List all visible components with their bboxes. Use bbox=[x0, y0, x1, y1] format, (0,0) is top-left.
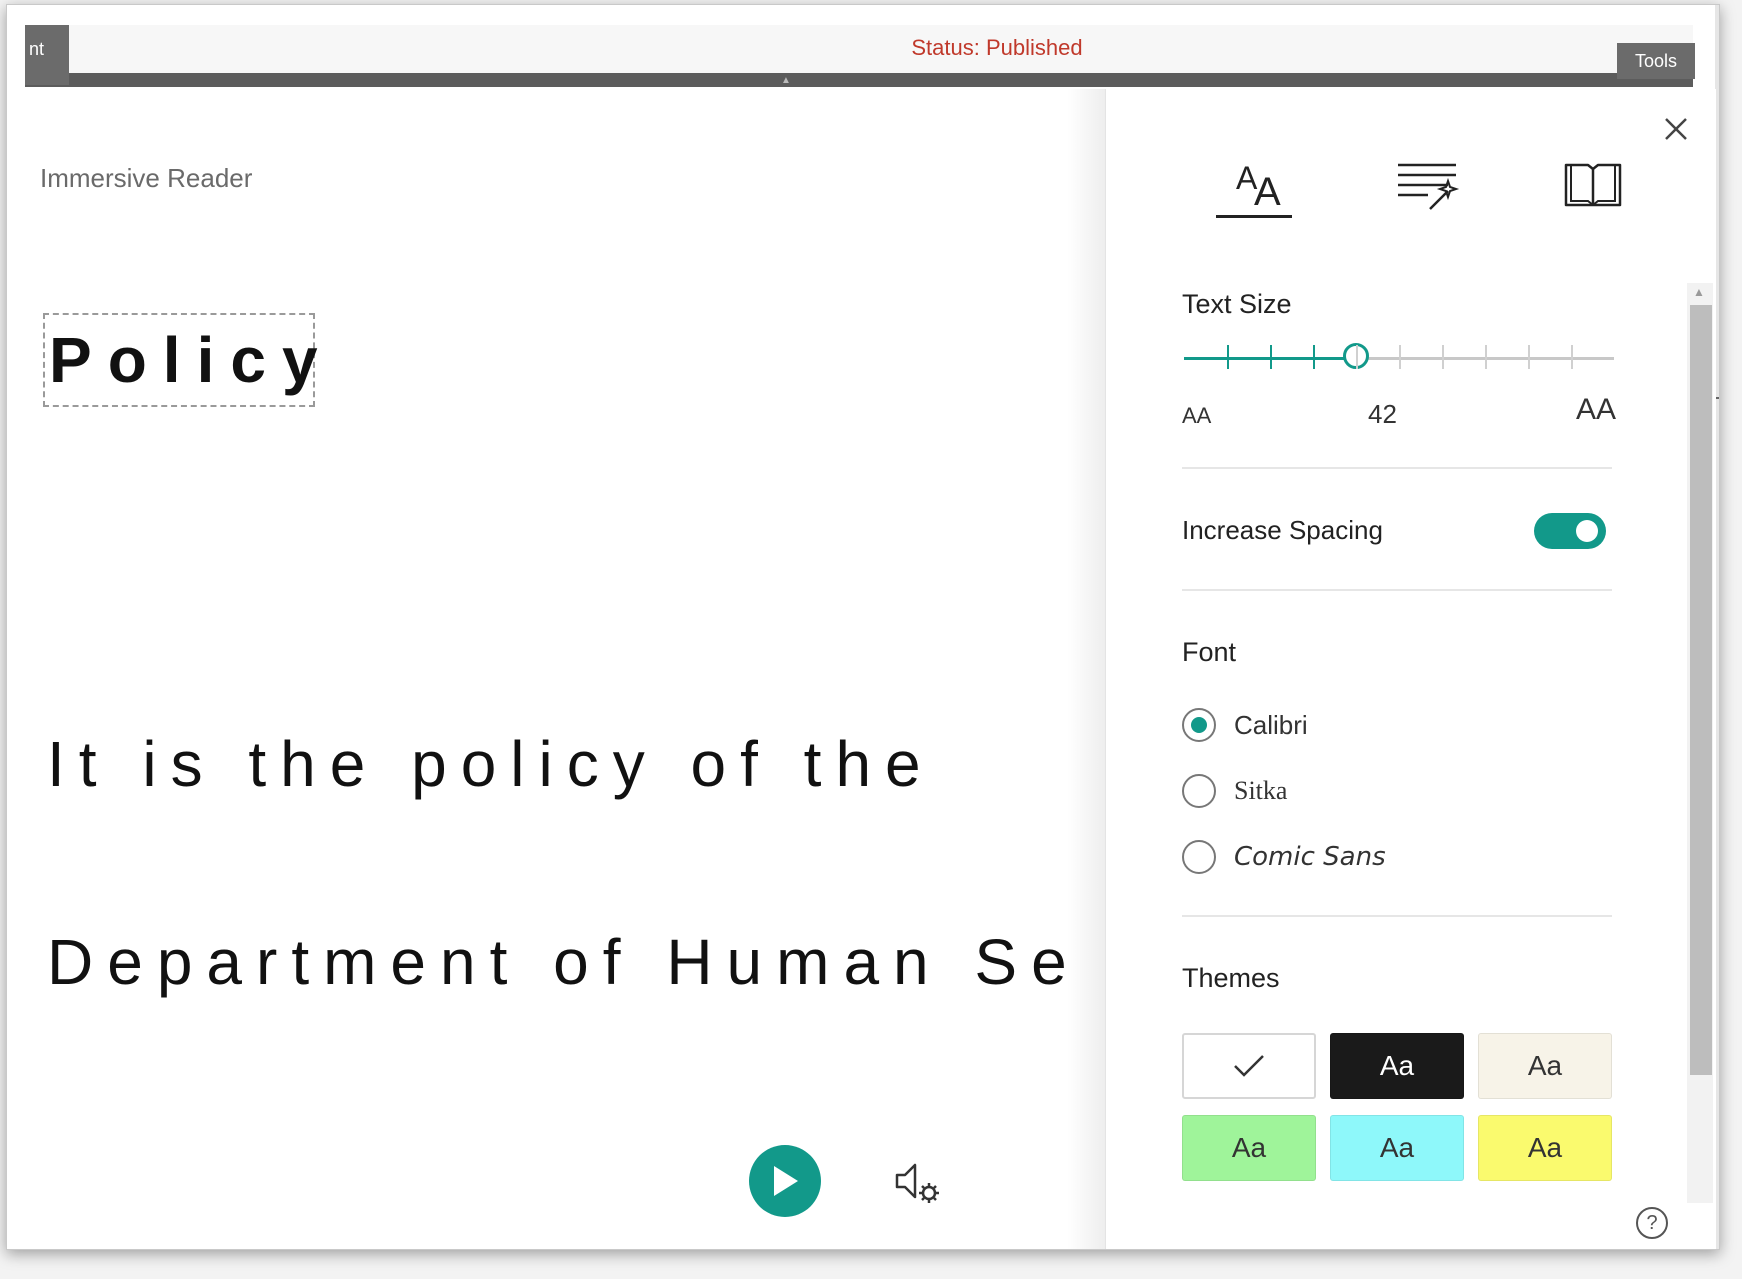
theme-black[interactable]: Aa bbox=[1330, 1033, 1464, 1099]
left-tab[interactable]: nt bbox=[25, 25, 69, 85]
voice-settings-icon bbox=[895, 1163, 939, 1203]
radio-selected-dot bbox=[1191, 717, 1207, 733]
theme-cyan[interactable]: Aa bbox=[1330, 1115, 1464, 1181]
svg-text:A: A bbox=[1254, 170, 1281, 214]
section-divider bbox=[1182, 589, 1612, 591]
scroll-up-arrow-icon[interactable]: ▲ bbox=[1693, 285, 1705, 299]
document-line-2[interactable]: Department of Human Se bbox=[47, 925, 1081, 999]
checkmark-icon bbox=[1234, 1055, 1264, 1077]
text-size-value: 42 bbox=[1368, 399, 1397, 429]
theme-cream[interactable]: Aa bbox=[1478, 1033, 1612, 1099]
font-option-label: Sitka bbox=[1234, 776, 1288, 805]
tab-text-preferences[interactable]: A A bbox=[1218, 145, 1308, 225]
toggle-knob bbox=[1576, 520, 1598, 542]
slider-tick bbox=[1227, 345, 1229, 369]
theme-green[interactable]: Aa bbox=[1182, 1115, 1316, 1181]
font-option-comic-sans[interactable]: Comic Sans bbox=[1182, 837, 1386, 877]
slider-tick bbox=[1270, 345, 1272, 369]
increase-spacing-toggle[interactable] bbox=[1534, 513, 1606, 549]
section-divider bbox=[1182, 467, 1612, 469]
theme-sample: Aa bbox=[1379, 1050, 1415, 1081]
font-title: Font bbox=[1182, 637, 1237, 667]
radio-calibri[interactable] bbox=[1182, 708, 1216, 742]
top-bar-divider bbox=[25, 73, 1693, 87]
font-option-label: Comic Sans bbox=[1234, 842, 1386, 872]
font-option-label: Calibri bbox=[1234, 709, 1308, 740]
slider-tick bbox=[1399, 345, 1401, 369]
text-size-icon: A A bbox=[1236, 160, 1281, 214]
help-button[interactable]: ? bbox=[1636, 1207, 1668, 1239]
immersive-reader-window: nt Status: Published Tools ▲ Immersive R… bbox=[6, 4, 1720, 1250]
close-button[interactable] bbox=[1656, 109, 1696, 149]
theme-yellow[interactable]: Aa bbox=[1478, 1115, 1612, 1181]
play-icon bbox=[774, 1166, 798, 1196]
panel-scrollbar-thumb[interactable] bbox=[1690, 305, 1712, 1075]
document-line-1[interactable]: It is the policy of the bbox=[47, 727, 935, 801]
radio-comic-sans[interactable] bbox=[1182, 840, 1216, 874]
settings-panel: A A Text Size AA 42 AA Increase Spacing … bbox=[1105, 89, 1716, 1249]
increase-spacing-label: Increase Spacing bbox=[1182, 515, 1383, 545]
close-icon bbox=[1665, 118, 1687, 140]
tools-tab[interactable]: Tools bbox=[1617, 43, 1695, 79]
tab-grammar-options[interactable] bbox=[1382, 145, 1472, 225]
voice-settings-button[interactable] bbox=[891, 1157, 941, 1207]
theme-sample: Aa bbox=[1379, 1132, 1415, 1163]
slider-tick bbox=[1571, 345, 1573, 369]
tab-reading-preferences[interactable] bbox=[1548, 145, 1638, 225]
slider-tick bbox=[1313, 345, 1315, 369]
font-option-calibri[interactable]: Calibri bbox=[1182, 705, 1308, 745]
theme-sample: Aa bbox=[1527, 1132, 1563, 1163]
slider-tick bbox=[1356, 345, 1358, 369]
font-option-sitka[interactable]: Sitka bbox=[1182, 771, 1287, 811]
slider-tick bbox=[1485, 345, 1487, 369]
grammar-magic-icon bbox=[1398, 163, 1460, 210]
text-size-title: Text Size bbox=[1182, 289, 1292, 319]
radio-sitka[interactable] bbox=[1182, 774, 1216, 808]
slider-tick bbox=[1528, 345, 1530, 369]
play-button[interactable] bbox=[749, 1145, 821, 1217]
active-tab-indicator bbox=[1216, 215, 1292, 218]
app-label: Immersive Reader bbox=[40, 163, 253, 193]
themes-title: Themes bbox=[1182, 963, 1280, 993]
theme-white[interactable] bbox=[1182, 1033, 1316, 1099]
panel-shadow bbox=[1067, 89, 1107, 1249]
document-heading[interactable]: Policy bbox=[49, 323, 334, 397]
book-icon bbox=[1564, 163, 1622, 207]
collapse-caret-icon[interactable]: ▲ bbox=[781, 75, 791, 86]
text-size-small-glyph: AA bbox=[1182, 403, 1212, 428]
text-size-large-glyph: AA bbox=[1576, 393, 1617, 426]
slider-tick bbox=[1442, 345, 1444, 369]
theme-sample: Aa bbox=[1231, 1132, 1267, 1163]
theme-sample: Aa bbox=[1527, 1050, 1563, 1081]
section-divider bbox=[1182, 915, 1612, 917]
status-text: Status: Published bbox=[911, 35, 1083, 60]
